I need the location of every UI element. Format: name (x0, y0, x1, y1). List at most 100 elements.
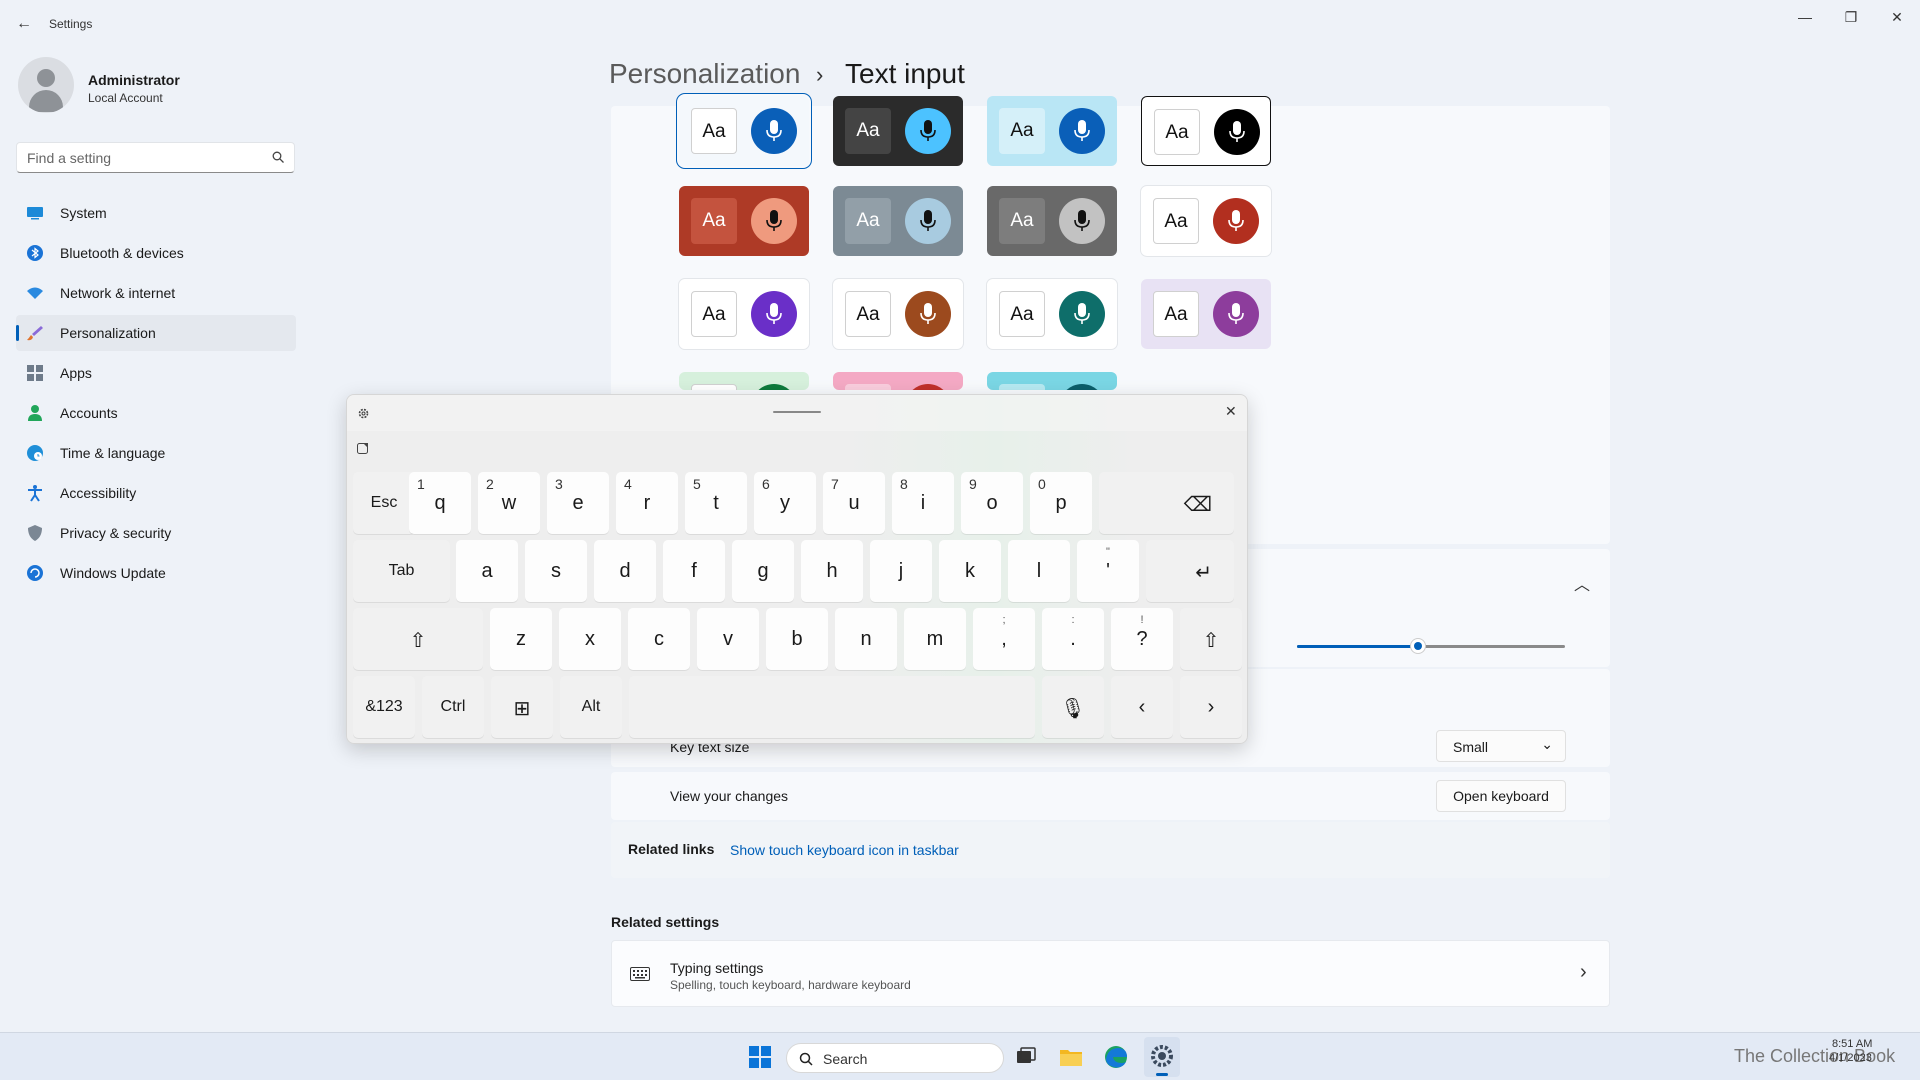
theme-tile[interactable]: Aa (1141, 279, 1271, 349)
taskbar-search[interactable]: Search (786, 1043, 1004, 1073)
key-,[interactable]: ;, (973, 608, 1035, 670)
key-m[interactable]: m (904, 608, 966, 670)
sidebar-item-time-language[interactable]: Time & language (16, 435, 296, 471)
key-alt[interactable]: Alt (560, 676, 622, 738)
back-button[interactable]: ← (12, 12, 36, 36)
key-e[interactable]: 3e (547, 472, 609, 534)
key-k[interactable]: k (939, 540, 1001, 602)
mic-key[interactable]: 🎙 (1042, 676, 1104, 738)
key-x[interactable]: x (559, 608, 621, 670)
key-t[interactable]: 5t (685, 472, 747, 534)
sidebar-item-accessibility[interactable]: Accessibility (16, 475, 296, 511)
theme-tile[interactable]: Aa (1141, 96, 1271, 166)
edge-icon[interactable] (1102, 1043, 1130, 1071)
theme-tile[interactable]: Aa (679, 279, 809, 349)
breadcrumb-parent[interactable]: Personalization (609, 58, 800, 90)
key-j[interactable]: j (870, 540, 932, 602)
theme-tile[interactable]: Aa (833, 279, 963, 349)
theme-tile[interactable]: Aa (987, 279, 1117, 349)
settings-taskbar-item[interactable] (1144, 1037, 1180, 1077)
shift-key[interactable]: ⇧ (353, 608, 483, 670)
key-text-size-dropdown[interactable]: Small ⌄ (1436, 730, 1566, 762)
minimize-button[interactable]: — (1782, 2, 1828, 32)
theme-tile[interactable]: Aa (987, 372, 1117, 390)
close-icon[interactable]: ✕ (1225, 403, 1237, 420)
key-&123[interactable]: &123 (353, 676, 415, 738)
search-input[interactable] (27, 143, 257, 172)
theme-tile[interactable]: Aa (987, 186, 1117, 256)
theme-tile[interactable]: Aa (679, 372, 809, 390)
clock-date[interactable]: 4/1/2023 (1829, 1052, 1872, 1064)
key-z[interactable]: z (490, 608, 552, 670)
gear-icon[interactable] (357, 407, 370, 420)
backspace-key[interactable]: ⌫ (1099, 472, 1234, 534)
open-keyboard-button[interactable]: Open keyboard (1436, 780, 1566, 812)
show-keyboard-icon-link[interactable]: Show touch keyboard icon in taskbar (730, 842, 959, 858)
key-n[interactable]: n (835, 608, 897, 670)
key-c[interactable]: c (628, 608, 690, 670)
theme-tile[interactable]: Aa (1141, 186, 1271, 256)
collapse-chevron[interactable]: ︿ (1574, 571, 1590, 595)
key-tab[interactable]: Tab (353, 540, 450, 602)
key-d[interactable]: d (594, 540, 656, 602)
key-l[interactable]: l (1008, 540, 1070, 602)
start-icon[interactable] (746, 1043, 774, 1071)
key-label: g (757, 560, 769, 582)
key-ctrl[interactable]: Ctrl (422, 676, 484, 738)
theme-tile[interactable]: Aa (679, 186, 809, 256)
theme-tile[interactable]: Aa (987, 96, 1117, 166)
right-arrow-key[interactable]: › (1180, 676, 1242, 738)
sidebar-item-apps[interactable]: Apps (16, 355, 296, 391)
sidebar-item-network[interactable]: Network & internet (16, 275, 296, 311)
microphone-icon (751, 384, 797, 390)
windows-key[interactable]: ⊞ (491, 676, 553, 738)
key-y[interactable]: 6y (754, 472, 816, 534)
sidebar-item-windows-update[interactable]: Windows Update (16, 555, 296, 591)
left-arrow-key[interactable]: ‹ (1111, 676, 1173, 738)
search-box[interactable] (16, 142, 295, 173)
key-v[interactable]: v (697, 608, 759, 670)
key-f[interactable]: f (663, 540, 725, 602)
emoji-icon[interactable] (357, 442, 369, 454)
typing-settings-card[interactable]: Typing settings Spelling, touch keyboard… (611, 940, 1610, 1007)
keyboard-title-bar[interactable]: ✕ (347, 395, 1247, 431)
task-view-icon[interactable] (1012, 1043, 1040, 1071)
key-o[interactable]: 9o (961, 472, 1023, 534)
space-key[interactable] (629, 676, 1035, 738)
microphone-icon (751, 198, 797, 244)
theme-tile[interactable]: Aa (833, 372, 963, 390)
key-h[interactable]: h (801, 540, 863, 602)
shift-key-right[interactable]: ⇧ (1180, 608, 1242, 670)
key-u[interactable]: 7u (823, 472, 885, 534)
key-i[interactable]: 8i (892, 472, 954, 534)
avatar[interactable] (18, 57, 74, 113)
sidebar-item-privacy[interactable]: Privacy & security (16, 515, 296, 551)
sidebar-item-system[interactable]: System (16, 195, 296, 231)
key-g[interactable]: g (732, 540, 794, 602)
key-w[interactable]: 2w (478, 472, 540, 534)
sidebar-item-bluetooth[interactable]: Bluetooth & devices (16, 235, 296, 271)
theme-tile[interactable]: Aa (833, 186, 963, 256)
key-q[interactable]: 1q (409, 472, 471, 534)
key-b[interactable]: b (766, 608, 828, 670)
file-explorer-icon[interactable] (1057, 1043, 1085, 1071)
enter-key[interactable]: ↵ (1146, 540, 1234, 602)
sidebar-item-accounts[interactable]: Accounts (16, 395, 296, 431)
drag-handle[interactable] (773, 411, 821, 413)
key-'[interactable]: " ' (1077, 540, 1139, 602)
slider-thumb[interactable] (1410, 639, 1425, 653)
sidebar-item-personalization[interactable]: Personalization (16, 315, 296, 351)
close-button[interactable]: ✕ (1874, 2, 1920, 32)
maximize-button[interactable]: ❐ (1828, 2, 1874, 32)
key-a[interactable]: a (456, 540, 518, 602)
clock-time[interactable]: 8:51 AM (1832, 1038, 1872, 1050)
theme-tile[interactable]: Aa (833, 96, 963, 166)
key-.[interactable]: :. (1042, 608, 1104, 670)
key-esc[interactable]: Esc (353, 472, 415, 534)
key-p[interactable]: 0p (1030, 472, 1092, 534)
key-r[interactable]: 4r (616, 472, 678, 534)
theme-tile[interactable]: Aa (679, 96, 809, 166)
key-?[interactable]: !? (1111, 608, 1173, 670)
key-s[interactable]: s (525, 540, 587, 602)
keyboard-size-slider[interactable] (1297, 636, 1565, 656)
